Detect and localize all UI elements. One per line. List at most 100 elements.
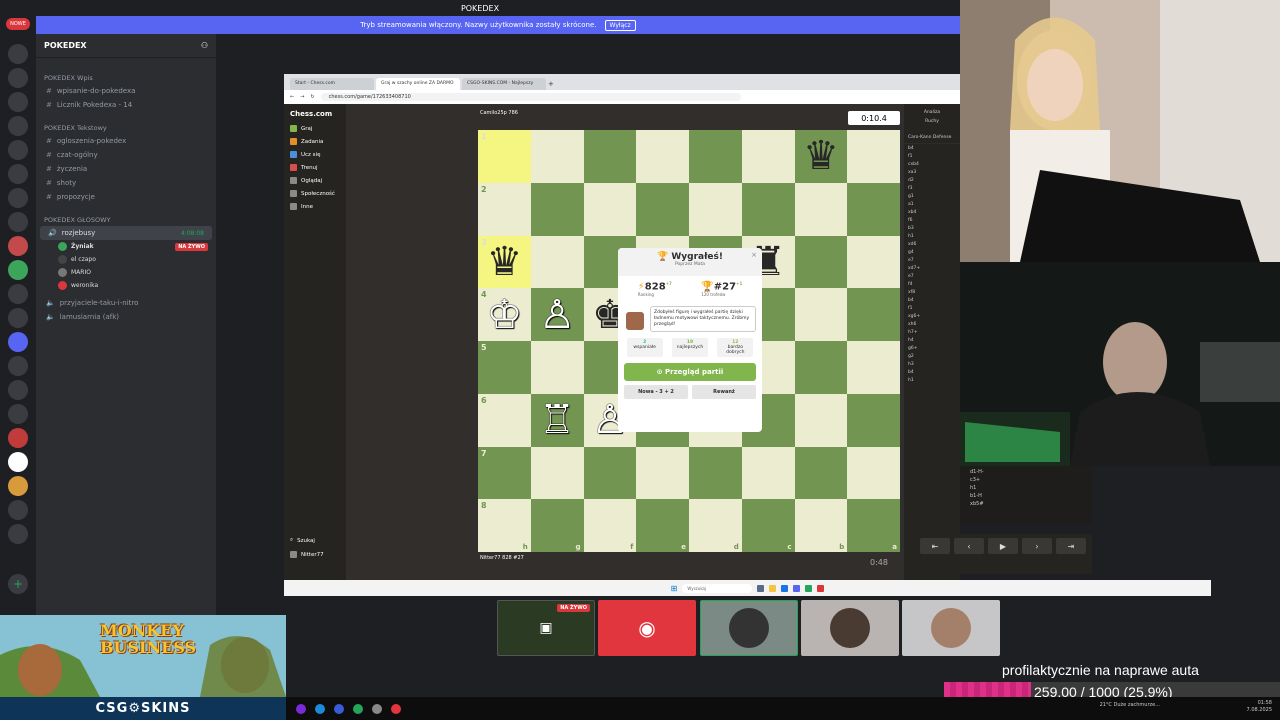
board-square[interactable]	[847, 446, 900, 500]
black-piece[interactable]: ♛	[478, 236, 531, 289]
add-server-icon[interactable]: +	[8, 574, 28, 594]
call-tile-user[interactable]	[801, 600, 899, 656]
board-square[interactable]: f	[583, 499, 637, 552]
board-square[interactable]	[689, 130, 742, 183]
server-icon[interactable]	[8, 236, 28, 256]
board-square[interactable]	[530, 235, 584, 289]
nav-search[interactable]: ⌕ Szukaj	[284, 534, 321, 547]
chess-logo[interactable]: Chess.com	[284, 104, 346, 122]
move-entry[interactable]: xa3	[904, 168, 960, 176]
board-square[interactable]	[583, 182, 637, 236]
board-square[interactable]: 7	[478, 446, 531, 500]
weather-widget[interactable]: 21°C Duże zachmurze...	[1100, 702, 1160, 708]
board-square[interactable]	[530, 446, 584, 500]
call-tile-user[interactable]	[902, 600, 1000, 656]
nav-puzzles[interactable]: Zadania	[284, 135, 346, 148]
server-icon[interactable]	[8, 44, 28, 64]
app-icon[interactable]	[793, 584, 801, 592]
voice-channel[interactable]: 🔈 przyjaciele-taku-i-nitro	[36, 296, 216, 310]
move-entry[interactable]: h1	[904, 376, 960, 384]
move-entry[interactable]: g2	[904, 352, 960, 360]
server-icon[interactable]	[8, 524, 28, 544]
move-entry[interactable]: d2	[904, 176, 960, 184]
server-icon[interactable]	[8, 188, 28, 208]
server-icon[interactable]	[8, 92, 28, 112]
board-square[interactable]: 4 ♔	[478, 288, 531, 341]
board-square[interactable]	[847, 182, 900, 236]
move-entry[interactable]: f4	[904, 280, 960, 288]
white-piece[interactable]: ♙	[531, 288, 584, 341]
player-name[interactable]: Camilo25p	[480, 110, 507, 116]
nav-watch[interactable]: Oglądaj	[284, 174, 346, 187]
move-entry[interactable]: d1-H-	[970, 468, 1082, 476]
text-channel[interactable]: # czat-ogólny	[36, 148, 216, 162]
move-entry[interactable]: g6+	[904, 344, 960, 352]
board-square[interactable]: a	[847, 499, 900, 552]
category-label[interactable]: POKEDEX GŁOSOWY	[36, 210, 216, 226]
text-channel[interactable]: # Licznik Pokedexa - 14	[36, 98, 216, 112]
move-entry[interactable]: e7	[904, 256, 960, 264]
server-icon[interactable]	[8, 260, 28, 280]
move-entry[interactable]: g1	[904, 192, 960, 200]
board-square[interactable]	[847, 235, 900, 289]
server-icon[interactable]	[8, 308, 28, 328]
board-square[interactable]	[530, 130, 584, 183]
nav-learn[interactable]: Ucz się	[284, 148, 346, 161]
board-square[interactable]: 6	[478, 393, 531, 447]
board-square[interactable]	[847, 130, 900, 183]
server-icon[interactable]	[8, 212, 28, 232]
sidebar-user[interactable]: Nitter77	[284, 548, 330, 561]
board-square[interactable]	[689, 182, 742, 236]
server-icon[interactable]	[8, 404, 28, 424]
board-square[interactable]: 8h	[478, 499, 531, 552]
board-square[interactable]	[741, 130, 795, 183]
nav-train[interactable]: Trenuj	[284, 161, 346, 174]
board-square[interactable]	[847, 341, 900, 394]
move-entry[interactable]: b4	[904, 368, 960, 376]
app-icon[interactable]	[315, 703, 325, 714]
move-entry[interactable]: xg6+	[904, 312, 960, 320]
game-review-button[interactable]: ⊙ Przegląd partii	[624, 362, 756, 381]
category-label[interactable]: POKEDEX Tekstowy	[36, 118, 216, 134]
voice-user[interactable]: Żyniak NA ŻYWO	[36, 240, 216, 253]
app-icon[interactable]	[757, 584, 765, 592]
move-entry[interactable]: e7	[904, 272, 960, 280]
move-entry[interactable]: xf8	[904, 288, 960, 296]
reload-icon[interactable]: ↻	[310, 94, 314, 100]
board-square[interactable]: ♛	[794, 130, 848, 183]
voice-channel[interactable]: 🔈 lamusiarnia (afk)	[36, 310, 216, 324]
move-entry[interactable]: b3	[904, 224, 960, 232]
move-entry[interactable]: f1	[904, 304, 960, 312]
board-square[interactable]	[583, 130, 637, 183]
play-icon[interactable]: ▶	[988, 538, 1018, 554]
move-entry[interactable]: f6	[904, 216, 960, 224]
close-icon[interactable]: ×	[751, 251, 757, 259]
invite-icon[interactable]: ⚇	[201, 41, 208, 50]
app-icon[interactable]	[334, 703, 344, 714]
app-icon[interactable]	[391, 703, 401, 714]
server-icon[interactable]	[8, 140, 28, 160]
text-channel[interactable]: # wpisanie-do-pokedexa	[36, 84, 216, 98]
rematch-button[interactable]: Rewanż	[692, 384, 756, 399]
new-game-button[interactable]: Nowa - 3 + 2	[624, 384, 688, 399]
text-channel[interactable]: # ogloszenia-pokedex	[36, 134, 216, 148]
board-square[interactable]: 1	[478, 130, 531, 183]
move-entry[interactable]: b4	[904, 144, 960, 152]
board-square[interactable]: ♙	[530, 288, 584, 341]
move-entry[interactable]: xh6	[904, 320, 960, 328]
board-square[interactable]	[583, 446, 637, 500]
move-entry[interactable]: b1-H	[970, 492, 1082, 500]
move-entry[interactable]: h1	[904, 232, 960, 240]
next-move-icon[interactable]: ›	[1022, 538, 1052, 554]
board-square[interactable]: c	[741, 499, 795, 552]
new-tab-icon[interactable]: +	[548, 80, 554, 90]
app-icon[interactable]	[769, 584, 777, 592]
board-square[interactable]	[530, 341, 584, 394]
analysis-tab[interactable]: Analiza	[904, 104, 960, 117]
board-square[interactable]	[847, 288, 900, 341]
board-square[interactable]	[741, 446, 795, 500]
board-square[interactable]	[794, 446, 848, 500]
board-square[interactable]	[636, 182, 689, 236]
nav-more[interactable]: Inne	[284, 200, 346, 213]
black-piece[interactable]: ♛	[795, 130, 848, 183]
